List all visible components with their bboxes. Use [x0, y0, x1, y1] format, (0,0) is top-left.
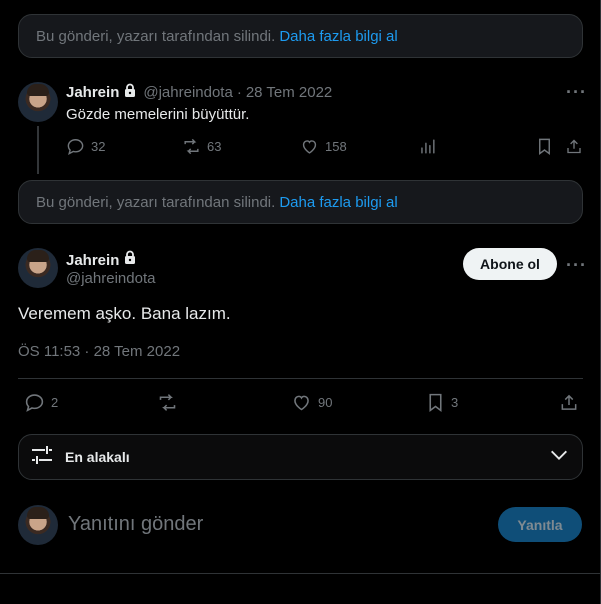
- reply-count: 32: [91, 139, 106, 154]
- bookmark-icon: [539, 138, 550, 156]
- separator: ·: [236, 84, 242, 101]
- handle[interactable]: @jahreindota: [143, 84, 232, 101]
- tweet-date[interactable]: 28 Tem 2022: [246, 84, 332, 101]
- thread-connector: [37, 126, 39, 174]
- views-action[interactable]: [418, 137, 437, 156]
- lock-icon: [123, 83, 137, 102]
- reply-button[interactable]: Yanıtla: [498, 507, 582, 542]
- tweet-timestamp[interactable]: ÖS 11:53 · 28 Tem 2022: [18, 343, 180, 360]
- share-icon: [567, 139, 581, 154]
- heart-icon: [302, 140, 317, 154]
- current-user-avatar[interactable]: [18, 505, 58, 545]
- deleted-notice-text: Bu gönderi, yazarı tarafından silindi.: [36, 27, 276, 45]
- reply-count: 2: [51, 395, 59, 410]
- sort-label: En alakalı: [65, 449, 130, 465]
- tweet-text: Gözde memelerini büyüttür.: [66, 106, 250, 123]
- handle[interactable]: @jahreindota: [66, 270, 155, 287]
- sort-replies-dropdown[interactable]: En alakalı: [18, 434, 583, 480]
- tweet-text: Veremem aşko. Bana lazım.: [18, 304, 231, 323]
- learn-more-link[interactable]: Daha fazla bilgi al: [279, 28, 397, 45]
- reply-action[interactable]: 2: [24, 392, 58, 413]
- retweet-count: 63: [207, 139, 222, 154]
- reply-icon: [25, 394, 44, 412]
- analytics-icon: [421, 139, 435, 154]
- bookmark-icon: [429, 393, 442, 412]
- share-action[interactable]: [559, 392, 579, 413]
- retweet-action[interactable]: 63: [182, 137, 221, 156]
- avatar[interactable]: [18, 248, 58, 288]
- divider: [18, 378, 583, 379]
- bookmark-count: 3: [451, 395, 459, 410]
- subscribe-button[interactable]: Abone ol: [463, 248, 557, 280]
- reply-input[interactable]: Yanıtını gönder: [68, 513, 203, 536]
- chevron-down-icon: [548, 444, 570, 471]
- sliders-icon: [31, 445, 53, 470]
- like-count: 90: [318, 395, 333, 410]
- like-count: 158: [325, 139, 347, 154]
- bookmark-action[interactable]: 3: [426, 392, 458, 413]
- retweet-action[interactable]: [157, 392, 178, 413]
- tweet-header: Jahrein @jahreindota · 28 Tem 2022: [66, 83, 332, 102]
- divider: [0, 573, 600, 574]
- display-name[interactable]: Jahrein: [66, 84, 119, 101]
- learn-more-link[interactable]: Daha fazla bilgi al: [279, 194, 397, 211]
- deleted-post-notice: Bu gönderi, yazarı tarafından silindi. D…: [18, 14, 583, 58]
- reply-icon: [67, 139, 84, 156]
- bookmark-action[interactable]: [536, 137, 553, 156]
- like-action[interactable]: 158: [300, 137, 347, 156]
- author-name-row: Jahrein: [66, 250, 137, 270]
- retweet-icon: [159, 394, 176, 411]
- share-icon: [561, 394, 577, 410]
- more-options-icon[interactable]: ···: [566, 255, 587, 276]
- reply-action[interactable]: 32: [66, 137, 105, 156]
- lock-icon: [123, 250, 137, 270]
- more-options-icon[interactable]: ···: [566, 82, 587, 103]
- share-action[interactable]: [565, 137, 583, 156]
- timeline-column: Bu gönderi, yazarı tarafından silindi. D…: [0, 0, 601, 604]
- like-action[interactable]: 90: [291, 392, 332, 413]
- heart-icon: [294, 395, 309, 411]
- retweet-icon: [184, 138, 199, 155]
- deleted-notice-text: Bu gönderi, yazarı tarafından silindi.: [36, 193, 276, 211]
- display-name[interactable]: Jahrein: [66, 252, 119, 269]
- deleted-post-notice: Bu gönderi, yazarı tarafından silindi. D…: [18, 180, 583, 224]
- avatar[interactable]: [18, 82, 58, 122]
